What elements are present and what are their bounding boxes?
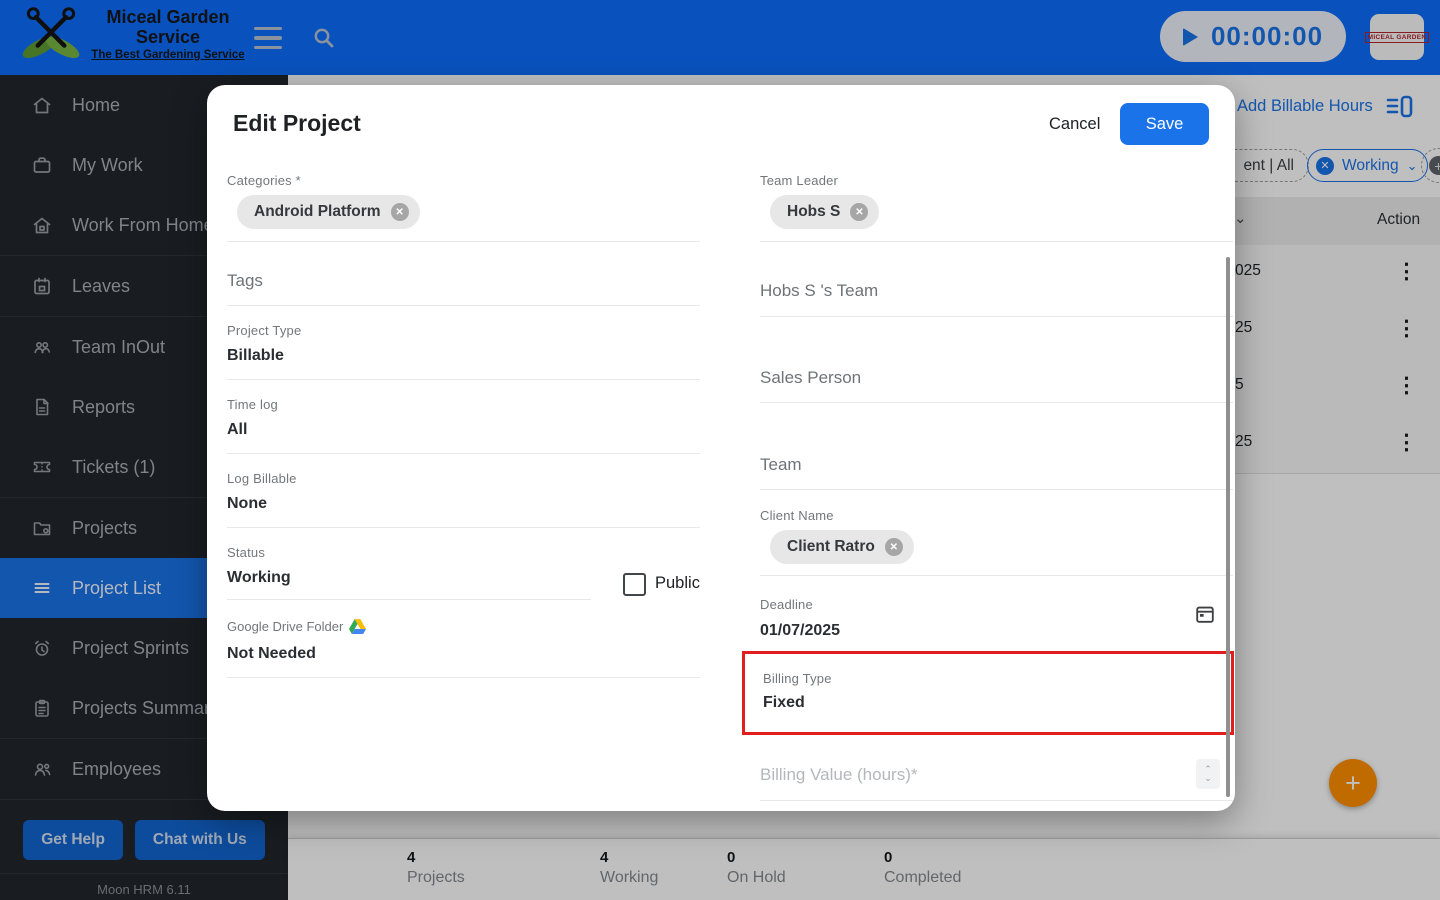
remove-chip-icon[interactable]: ✕ (850, 203, 869, 221)
billing-type-highlight-box: Billing Type Fixed (742, 651, 1234, 735)
status-value[interactable]: Working (227, 569, 291, 587)
client-name-label: Client Name (760, 508, 834, 523)
public-checkbox[interactable] (623, 573, 646, 596)
project-type-label: Project Type (227, 323, 302, 338)
log-billable-value[interactable]: None (227, 495, 267, 513)
client-chip[interactable]: Client Ratro ✕ (770, 530, 914, 564)
calendar-picker-icon[interactable] (1194, 603, 1216, 625)
deadline-value[interactable]: 01/07/2025 (760, 622, 840, 640)
public-label: Public (655, 574, 700, 592)
billing-type-label: Billing Type (763, 671, 832, 686)
gdrive-value[interactable]: Not Needed (227, 645, 316, 663)
number-spinner[interactable]: ⌃ ⌄ (1196, 759, 1220, 789)
modal-left-column: Categories * Android Platform ✕ Tags Pro… (227, 85, 700, 811)
edit-project-modal: Edit Project Cancel Save Categories * An… (207, 85, 1235, 811)
team-leader-label: Team Leader (760, 173, 839, 188)
category-chip[interactable]: Android Platform ✕ (237, 195, 420, 229)
sales-person-input[interactable]: Sales Person (760, 368, 861, 388)
leader-team-input[interactable]: Hobs S 's Team (760, 281, 878, 301)
time-log-label: Time log (227, 397, 278, 412)
remove-chip-icon[interactable]: ✕ (884, 538, 903, 556)
modal-scrollbar[interactable] (1226, 257, 1230, 797)
team-input[interactable]: Team (760, 455, 802, 475)
gdrive-label-row: Google Drive Folder (227, 619, 367, 634)
app-root: Miceal Garden Service The Best Gardening… (0, 0, 1440, 900)
status-label: Status (227, 545, 266, 560)
deadline-label: Deadline (760, 597, 813, 612)
remove-chip-icon[interactable]: ✕ (390, 203, 409, 221)
log-billable-label: Log Billable (227, 471, 297, 486)
google-drive-icon (349, 619, 367, 634)
categories-label: Categories * (227, 173, 301, 188)
time-log-value[interactable]: All (227, 421, 247, 439)
project-type-value[interactable]: Billable (227, 347, 284, 365)
billing-type-value[interactable]: Fixed (763, 694, 805, 712)
team-leader-chip[interactable]: Hobs S ✕ (770, 195, 880, 229)
tags-input[interactable]: Tags (227, 271, 263, 291)
billing-value-input[interactable]: Billing Value (hours)* (760, 765, 917, 785)
